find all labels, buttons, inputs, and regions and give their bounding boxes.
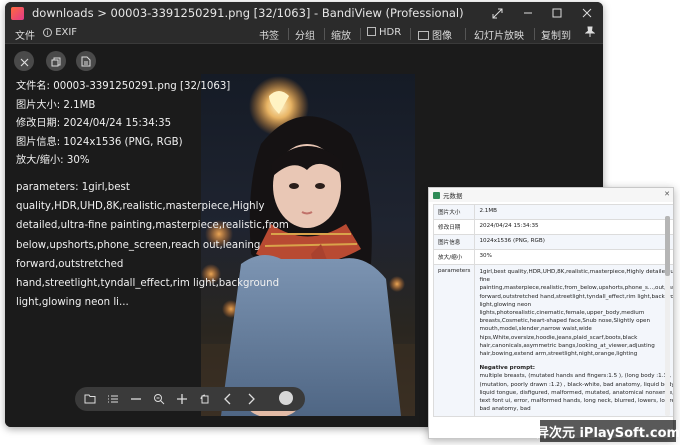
info-zoom: 放大/缩小: 30% (16, 155, 90, 167)
watermark: 异次元 iPlaySoft.com (536, 420, 680, 442)
menu-image-label: 图像 (432, 31, 452, 42)
list-icon[interactable] (103, 389, 123, 409)
window-title: downloads > 00003-3391250291.png [32/106… (32, 6, 464, 20)
copy-icon (51, 52, 61, 71)
previous-icon[interactable] (218, 389, 238, 409)
metadata-key: 图片大小 (432, 204, 476, 220)
menu-exif[interactable]: i EXIF (43, 27, 77, 38)
negative-prompt-text: multiple breasts, (mutated hands and fin… (479, 373, 674, 413)
menu-bookmark[interactable]: 书签 (259, 27, 279, 42)
menu-copy-to[interactable]: 复制到 (541, 27, 571, 42)
metadata-window: 元数据 ✕ 图片大小 2.1MB 修改日期 2024/04/24 15:34:3… (428, 187, 674, 439)
menu-exif-label: EXIF (55, 27, 78, 38)
menu-zoom[interactable]: 缩放 (331, 27, 351, 42)
menu-slideshow[interactable]: 幻灯片放映 (474, 27, 524, 42)
metadata-scrollbar[interactable] (665, 216, 670, 416)
metadata-value: 2.1MB (474, 204, 673, 220)
menu-separator (288, 28, 289, 40)
minimize-button[interactable] (514, 2, 542, 24)
document-button[interactable] (76, 51, 96, 71)
metadata-key: 修改日期 (432, 219, 476, 235)
bandiview-app-icon (11, 6, 24, 20)
info-imageinfo: 图片信息: 1024x1536 (PNG, RGB) (16, 136, 183, 148)
menu-hdr-label: HDR (379, 27, 402, 38)
table-row: 修改日期 2024/04/24 15:34:35 (432, 219, 673, 235)
metadata-parameters-text: 1girl,best quality,HDR,UHD,8K,realistic,… (479, 269, 674, 358)
info-filesize: 图片大小: 2.1MB (16, 99, 96, 111)
metadata-parameters-cell: 1girl,best quality,HDR,UHD,8K,realistic,… (474, 263, 674, 418)
metadata-table: 图片大小 2.1MB 修改日期 2024/04/24 15:34:35 图片信息… (432, 204, 674, 418)
menu-separator (360, 28, 361, 40)
maximize-button[interactable] (543, 2, 571, 24)
metadata-key: parameters (432, 263, 476, 418)
document-icon (81, 52, 91, 71)
next-icon[interactable] (241, 389, 261, 409)
metadata-title: 元数据 (443, 192, 463, 200)
menu-image[interactable]: 图像 (418, 27, 452, 42)
menu-file[interactable]: 文件 (15, 27, 35, 42)
info-parameters: parameters: 1girl,best quality,HDR,UHD,8… (16, 182, 289, 309)
menu-hdr[interactable]: HDR (367, 27, 401, 38)
close-button[interactable] (573, 2, 601, 24)
image-info: 文件名: 00003-3391250291.png [32/1063] 图片大小… (16, 78, 230, 171)
menu-separator (324, 28, 325, 40)
negative-prompt-heading: Negative prompt: (479, 365, 536, 372)
info-modified: 修改日期: 2024/04/24 15:34:35 (16, 118, 172, 130)
close-icon (20, 52, 29, 71)
menu-separator (410, 28, 411, 40)
metadata-title-bar: 元数据 (429, 188, 673, 202)
metadata-close-icon[interactable]: ✕ (664, 190, 670, 198)
slider-knob[interactable] (279, 391, 293, 405)
table-row: 图片大小 2.1MB (432, 204, 673, 220)
info-filename: 文件名: 00003-3391250291.png [32/1063] (16, 81, 231, 92)
menu-separator (534, 28, 535, 40)
folder-icon[interactable] (80, 389, 100, 409)
close-viewer-button[interactable] (14, 51, 34, 71)
rotate-icon[interactable] (195, 389, 215, 409)
info-circle-icon: i (43, 28, 52, 37)
bottom-toolbar (75, 387, 305, 411)
menu-group[interactable]: 分组 (295, 27, 315, 42)
image-icon (418, 31, 429, 40)
pin-icon[interactable] (584, 26, 596, 41)
table-row: parameters 1girl,best quality,HDR,UHD,8K… (432, 263, 674, 418)
zoom-out-minus-icon[interactable] (126, 389, 146, 409)
title-bar: downloads > 00003-3391250291.png [32/106… (5, 2, 603, 24)
metadata-value: 1024x1536 (PNG, RGB) (474, 234, 673, 250)
metadata-key: 图片信息 (432, 234, 476, 250)
table-row: 放大/缩小 30% (432, 249, 673, 265)
menu-bar: 文件 i EXIF 书签 分组 缩放 HDR 图像 幻灯片放映 复制到 (5, 24, 603, 44)
zoom-in-plus-icon[interactable] (172, 389, 192, 409)
hdr-checkbox-icon (367, 27, 376, 36)
table-row: 图片信息 1024x1536 (PNG, RGB) (432, 234, 673, 250)
metadata-value: 2024/04/24 15:34:35 (474, 219, 673, 235)
metadata-app-icon (433, 191, 440, 199)
metadata-key: 放大/缩小 (432, 249, 476, 265)
copy-button[interactable] (46, 51, 66, 71)
expand-icon[interactable] (483, 2, 511, 24)
menu-separator (465, 28, 466, 40)
magnifier-icon[interactable] (149, 389, 169, 409)
scroll-thumb[interactable] (665, 216, 670, 276)
metadata-value: 30% (474, 249, 673, 265)
